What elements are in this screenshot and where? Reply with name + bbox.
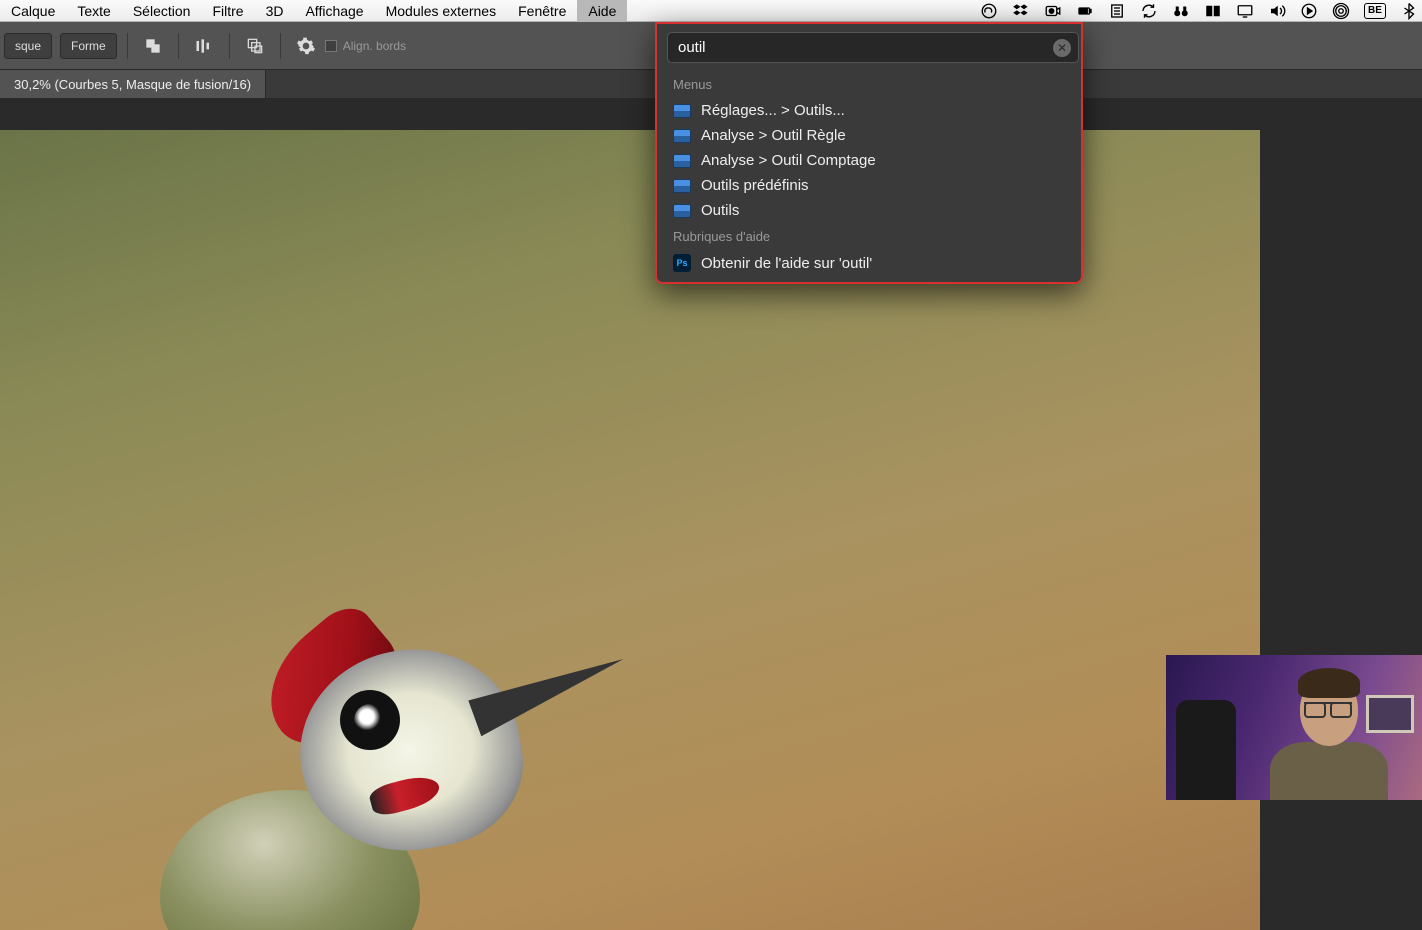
menu-modules-externes[interactable]: Modules externes <box>375 0 508 21</box>
menu-aide[interactable]: Aide <box>577 0 627 21</box>
menu-item-icon <box>673 129 691 143</box>
align-edges-checkbox[interactable] <box>325 40 337 52</box>
help-result-label: Obtenir de l'aide sur 'outil' <box>701 255 872 272</box>
help-result-reglages-outils[interactable]: Réglages... > Outils... <box>657 98 1081 123</box>
menu-fenetre[interactable]: Fenêtre <box>507 0 577 21</box>
menu-calque[interactable]: Calque <box>0 0 66 21</box>
help-section-rubriques: Rubriques d'aide <box>657 223 1081 250</box>
photoshop-icon: Ps <box>673 254 691 272</box>
document-tab[interactable]: 30,2% (Courbes 5, Masque de fusion/16) <box>0 70 266 98</box>
menu-affichage[interactable]: Affichage <box>294 0 374 21</box>
help-result-outils-predefinis[interactable]: Outils prédéfinis <box>657 173 1081 198</box>
help-result-label: Analyse > Outil Comptage <box>701 152 876 169</box>
gear-icon[interactable] <box>295 35 317 57</box>
menu-item-icon <box>673 104 691 118</box>
menu-texte[interactable]: Texte <box>66 0 121 21</box>
bird-illustration <box>160 570 640 930</box>
align-edges-label: Align. bords <box>343 39 406 53</box>
dropbox-icon[interactable] <box>1012 2 1030 20</box>
help-result-analyse-regle[interactable]: Analyse > Outil Règle <box>657 123 1081 148</box>
split-view-icon[interactable] <box>1204 2 1222 20</box>
shape-mode-button[interactable]: Forme <box>60 33 117 59</box>
help-section-menus: Menus <box>657 71 1081 98</box>
menu-item-icon <box>673 204 691 218</box>
menu-3d[interactable]: 3D <box>255 0 295 21</box>
battery-icon[interactable] <box>1076 2 1094 20</box>
airdrop-icon[interactable] <box>1332 2 1350 20</box>
help-result-label: Outils <box>701 202 739 219</box>
menubar-status-area: BE <box>980 2 1422 20</box>
menu-item-icon <box>673 154 691 168</box>
help-result-analyse-comptage[interactable]: Analyse > Outil Comptage <box>657 148 1081 173</box>
binoculars-icon[interactable] <box>1172 2 1190 20</box>
notes-icon[interactable] <box>1108 2 1126 20</box>
path-operations-icon[interactable] <box>142 35 164 57</box>
divider <box>127 33 128 59</box>
help-result-label: Réglages... > Outils... <box>701 102 845 119</box>
mac-menubar: Calque Texte Sélection Filtre 3D Afficha… <box>0 0 1422 22</box>
menubar-left: Calque Texte Sélection Filtre 3D Afficha… <box>0 0 627 21</box>
menu-filtre[interactable]: Filtre <box>201 0 254 21</box>
path-alignment-icon[interactable] <box>193 35 215 57</box>
path-arrangement-icon[interactable] <box>244 35 266 57</box>
screen-record-icon[interactable] <box>1044 2 1062 20</box>
language-indicator[interactable]: BE <box>1364 3 1386 19</box>
bluetooth-icon[interactable] <box>1400 2 1418 20</box>
sync-icon[interactable] <box>1140 2 1158 20</box>
divider <box>229 33 230 59</box>
help-search-panel: ✕ Menus Réglages... > Outils... Analyse … <box>655 22 1083 284</box>
creative-cloud-icon[interactable] <box>980 2 998 20</box>
help-result-get-help[interactable]: Ps Obtenir de l'aide sur 'outil' <box>657 250 1081 276</box>
help-result-outils[interactable]: Outils <box>657 198 1081 223</box>
webcam-overlay <box>1166 655 1422 800</box>
presenter-figure <box>1262 660 1392 800</box>
clear-search-icon[interactable]: ✕ <box>1053 39 1071 57</box>
volume-icon[interactable] <box>1268 2 1286 20</box>
menu-item-icon <box>673 179 691 193</box>
mask-mode-button[interactable]: sque <box>4 33 52 59</box>
divider <box>280 33 281 59</box>
help-result-label: Outils prédéfinis <box>701 177 809 194</box>
play-icon[interactable] <box>1300 2 1318 20</box>
menu-selection[interactable]: Sélection <box>122 0 202 21</box>
help-result-label: Analyse > Outil Règle <box>701 127 846 144</box>
help-search-input[interactable] <box>667 32 1079 63</box>
divider <box>178 33 179 59</box>
display-icon[interactable] <box>1236 2 1254 20</box>
